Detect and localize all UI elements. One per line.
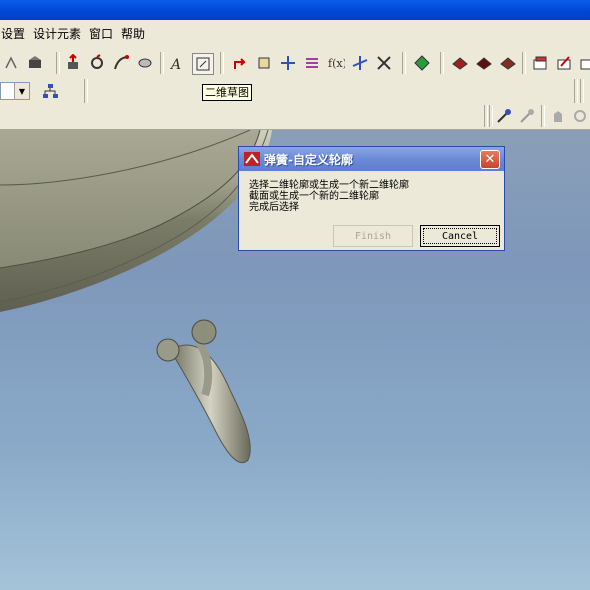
dialog-line-2: 截面或生成一个新的二维轮廓 — [249, 191, 379, 202]
red-block-icon[interactable] — [450, 53, 470, 73]
tree-icon[interactable] — [40, 81, 60, 101]
toolbar-separator — [402, 52, 406, 74]
main-toolbar: A f(x) — [0, 47, 590, 80]
cancel-button[interactable]: Cancel — [420, 225, 500, 247]
toolbar-separator — [484, 105, 488, 127]
svg-text:f(x): f(x) — [328, 57, 345, 70]
toolbar-separator — [84, 79, 88, 103]
toolbar-separator — [580, 79, 584, 103]
toolbar-separator — [160, 52, 164, 74]
text-icon[interactable]: A — [167, 53, 187, 73]
sketch-2d-icon[interactable] — [192, 53, 214, 75]
gear-icon[interactable] — [570, 106, 590, 126]
dialog-line-1: 选择二维轮廓或生成一个新二维轮廓 — [249, 180, 409, 191]
toolbar-separator — [440, 52, 444, 74]
cut-icon[interactable] — [374, 53, 394, 73]
finish-button[interactable]: Finish — [333, 225, 413, 247]
fx-icon[interactable]: f(x) — [326, 53, 346, 73]
dropdown-select[interactable]: ▼ — [0, 82, 30, 100]
dark-block-icon[interactable] — [474, 53, 494, 73]
toolbar-separator — [220, 52, 224, 74]
pointer-icon[interactable] — [2, 53, 22, 73]
eyedropper-disabled-icon[interactable] — [517, 106, 537, 126]
toolbar-separator — [522, 52, 526, 74]
axis-icon[interactable] — [350, 53, 370, 73]
hand-icon[interactable] — [548, 106, 568, 126]
loft-icon[interactable] — [135, 53, 155, 73]
stack-icon[interactable] — [530, 53, 550, 73]
more-icon[interactable] — [576, 53, 590, 73]
align-icon[interactable] — [302, 53, 322, 73]
menubar: 设置 设计元素 窗口 帮助 — [0, 20, 590, 47]
chevron-down-icon[interactable]: ▼ — [14, 83, 29, 99]
spin-icon[interactable] — [87, 53, 107, 73]
arrow-up-icon[interactable] — [230, 53, 250, 73]
window-titlebar[interactable] — [0, 0, 590, 20]
rotate-icon[interactable] — [254, 53, 274, 73]
toolbar-separator — [56, 52, 60, 74]
dialog-titlebar[interactable]: 弹簧-自定义轮廓 — [239, 147, 504, 171]
dialog-message: 选择二维轮廓或生成一个新二维轮廓 截面或生成一个新的二维轮廓 完成后选择 — [249, 180, 409, 213]
brown-block-icon[interactable] — [498, 53, 518, 73]
toolbar-separator — [489, 105, 493, 127]
sweep-icon[interactable] — [111, 53, 131, 73]
tooltip: 二维草图 — [202, 84, 252, 101]
tertiary-toolbar — [0, 104, 590, 130]
menu-settings[interactable]: 设置 — [0, 25, 31, 42]
green-diamond-icon[interactable] — [412, 53, 432, 73]
open-box-icon[interactable] — [25, 53, 45, 73]
extrude-icon[interactable] — [63, 53, 83, 73]
menu-window[interactable]: 窗口 — [87, 25, 119, 42]
spring-profile-dialog: 弹簧-自定义轮廓 ✕ 选择二维轮廓或生成一个新二维轮廓 截面或生成一个新的二维轮… — [238, 146, 505, 251]
menu-design-elements[interactable]: 设计元素 — [31, 25, 87, 42]
toolbar-separator — [574, 79, 578, 103]
menu-help[interactable]: 帮助 — [119, 25, 151, 42]
edit-stack-icon[interactable] — [554, 53, 574, 73]
dialog-title: 弹簧-自定义轮廓 — [264, 152, 353, 167]
close-icon[interactable]: ✕ — [480, 150, 500, 169]
move-icon[interactable] — [278, 53, 298, 73]
spring-app-icon — [244, 152, 260, 166]
toolbar-separator — [541, 105, 545, 127]
eyedropper-icon[interactable] — [494, 106, 514, 126]
secondary-toolbar: ▼ — [0, 79, 590, 104]
svg-text:A: A — [169, 57, 181, 72]
dialog-line-3: 完成后选择 — [249, 202, 299, 213]
